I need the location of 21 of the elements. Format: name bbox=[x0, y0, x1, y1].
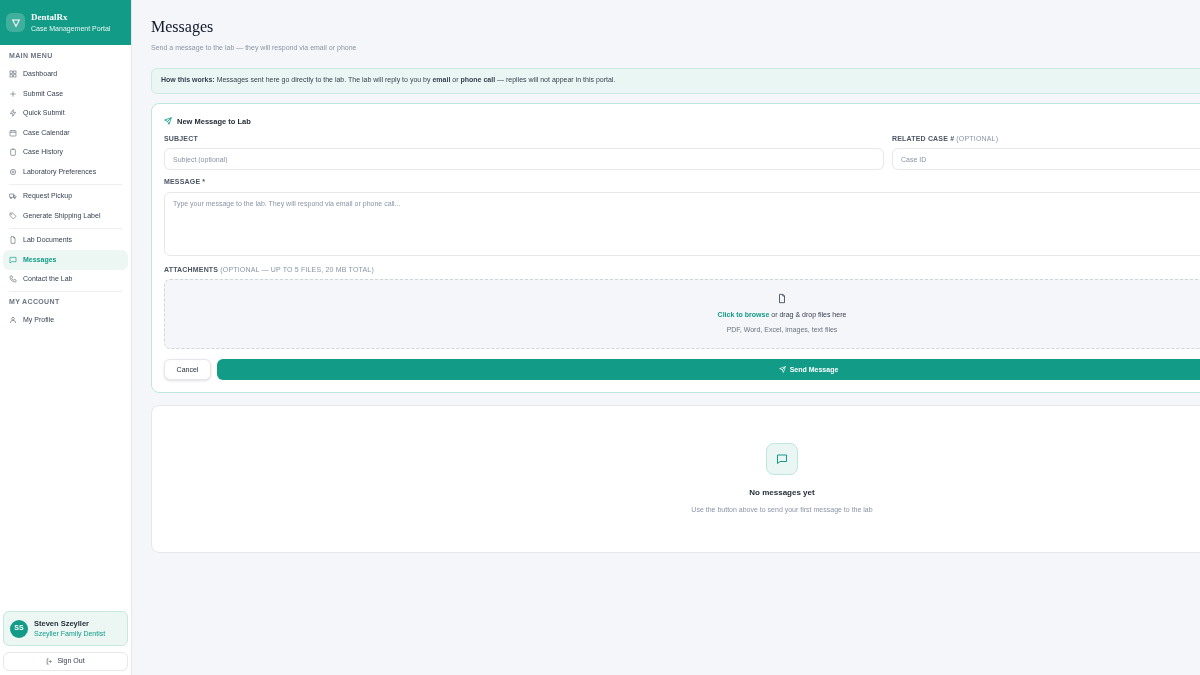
empty-title: No messages yet bbox=[749, 487, 815, 499]
phone-icon bbox=[9, 275, 17, 284]
page-title: Messages bbox=[151, 17, 215, 37]
chat-icon bbox=[9, 255, 17, 264]
user-icon bbox=[9, 316, 17, 325]
brand-name: DentalRx bbox=[31, 10, 69, 24]
lightning-icon bbox=[9, 109, 17, 118]
clipboard-icon bbox=[9, 148, 17, 157]
send-icon bbox=[164, 117, 172, 126]
chat-icon bbox=[776, 453, 788, 465]
file-icon bbox=[9, 236, 17, 245]
grid-icon bbox=[9, 70, 17, 79]
sign-out-icon bbox=[46, 658, 54, 665]
calendar-icon bbox=[9, 128, 17, 137]
send-icon bbox=[778, 366, 786, 374]
truck-icon bbox=[9, 192, 17, 201]
plus-icon bbox=[9, 89, 17, 98]
shield-icon bbox=[10, 17, 21, 28]
settings-icon bbox=[9, 167, 17, 176]
file-icon bbox=[777, 293, 787, 305]
tag-icon bbox=[9, 211, 17, 220]
